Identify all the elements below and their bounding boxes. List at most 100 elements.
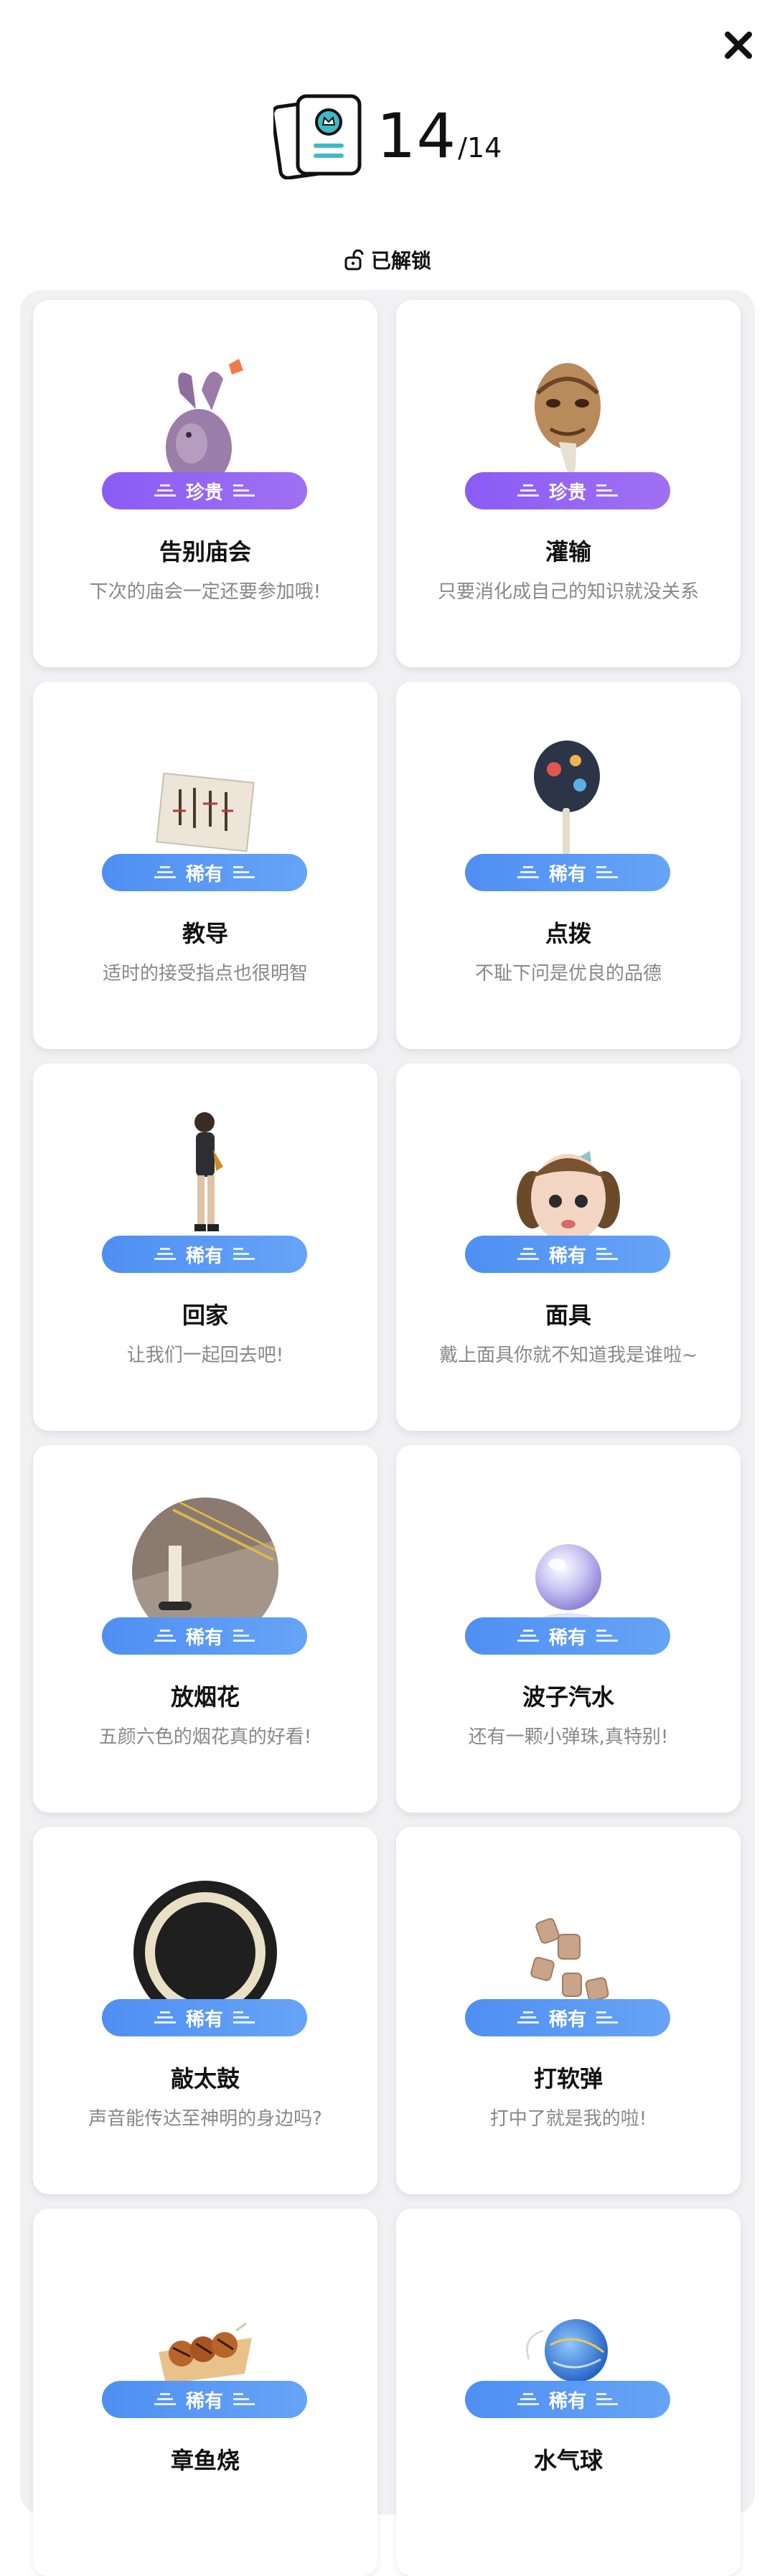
card-description: 让我们一起回去吧!	[126, 1345, 284, 1366]
rarity-label: 稀有	[185, 863, 223, 885]
rarity-badge: 稀有	[465, 1236, 670, 1273]
card-description: 还有一颗小弹珠,真特别!	[468, 1726, 669, 1748]
card-deck-icon	[273, 93, 364, 179]
card-title: 水气球	[533, 2447, 603, 2474]
glass-marble-icon	[535, 1544, 601, 1627]
close-button[interactable]	[722, 29, 755, 62]
stripes-right-icon	[233, 1246, 255, 1262]
card-item[interactable]: 稀有 打软弹 打中了就是我的啦!	[396, 1827, 741, 2194]
close-icon	[725, 32, 752, 59]
rarity-label: 稀有	[185, 1245, 223, 1267]
card-grid: 珍贵 告别庙会 下次的庙会一定还要参加哦! 珍贵 灌输 只要消化成自己的知识就没…	[33, 300, 742, 2576]
card-item[interactable]: 稀有 点拨 不耻下问是优良的品德	[396, 682, 741, 1049]
rarity-label: 稀有	[548, 1245, 586, 1267]
stripes-right-icon	[233, 2392, 255, 2407]
rarity-badge: 稀有	[465, 2381, 670, 2418]
stripes-right-icon	[596, 1628, 618, 1644]
card-title: 告别庙会	[159, 538, 251, 565]
stripes-left-icon	[154, 1628, 176, 1644]
card-description: 声音能传达至神明的身边吗?	[88, 2108, 322, 2130]
stripes-left-icon	[517, 865, 539, 880]
sparkler-candle-icon	[132, 1498, 278, 1632]
rarity-label: 稀有	[548, 2390, 586, 2412]
card-title: 波子汽水	[522, 1683, 614, 1711]
rarity-badge: 稀有	[465, 854, 670, 891]
card-title: 章鱼烧	[170, 2447, 240, 2474]
stripes-left-icon	[517, 2010, 539, 2026]
unlocked-filter[interactable]: 已解锁	[0, 243, 775, 277]
card-item[interactable]: 稀有 章鱼烧	[33, 2209, 377, 2576]
stripes-right-icon	[233, 865, 255, 880]
stripes-right-icon	[233, 483, 255, 499]
rarity-label: 稀有	[185, 2008, 223, 2031]
purple-rabbit-icon	[166, 359, 243, 486]
card-description: 打中了就是我的啦!	[489, 2108, 647, 2130]
card-item[interactable]: 稀有 面具 戴上面具你就不知道我是谁啦~	[396, 1063, 741, 1431]
stripes-left-icon	[154, 2010, 176, 2026]
rarity-label: 珍贵	[548, 481, 586, 504]
rarity-badge: 珍贵	[465, 472, 670, 509]
stripes-right-icon	[596, 1246, 618, 1262]
stripes-left-icon	[154, 865, 176, 880]
rarity-badge: 稀有	[102, 2381, 307, 2418]
doll-mask-icon	[517, 1151, 620, 1243]
total-count: /14	[458, 132, 502, 164]
card-title: 灌输	[545, 538, 591, 565]
stripes-right-icon	[596, 865, 618, 880]
cork-pellets-icon	[530, 1918, 609, 2001]
calligraphy-paper-icon	[156, 772, 255, 852]
old-man-mask-icon	[535, 363, 601, 482]
stripes-right-icon	[596, 2010, 618, 2026]
stripes-left-icon	[154, 1246, 176, 1262]
rarity-badge: 稀有	[102, 1617, 307, 1655]
unlocked-label: 已解锁	[370, 249, 431, 273]
rarity-badge: 稀有	[102, 1236, 307, 1273]
card-description: 不耻下问是优良的品德	[474, 963, 662, 984]
rarity-badge: 稀有	[102, 1999, 307, 2036]
rarity-label: 稀有	[548, 2008, 586, 2031]
stripes-right-icon	[596, 483, 618, 499]
card-item[interactable]: 珍贵 告别庙会 下次的庙会一定还要参加哦!	[33, 300, 377, 667]
card-item[interactable]: 稀有 放烟花 五颜六色的烟花真的好看!	[33, 1445, 377, 1813]
card-item[interactable]: 稀有 教导 适时的接受指点也很明智	[33, 682, 377, 1049]
card-title: 敲太鼓	[170, 2065, 240, 2092]
stripes-left-icon	[154, 2392, 176, 2407]
stripes-left-icon	[517, 1628, 539, 1644]
stripes-left-icon	[517, 1246, 539, 1262]
rarity-label: 稀有	[185, 1627, 223, 1649]
taiko-drum-icon	[133, 1881, 277, 2013]
card-title: 教导	[182, 920, 228, 947]
card-description: 下次的庙会一定还要参加哦!	[89, 581, 321, 603]
card-item[interactable]: 稀有 敲太鼓 声音能传达至神明的身边吗?	[33, 1827, 377, 2194]
rarity-label: 珍贵	[185, 481, 223, 504]
card-item[interactable]: 稀有 回家 让我们一起回去吧!	[33, 1063, 377, 1431]
rarity-badge: 珍贵	[102, 472, 307, 509]
stripes-right-icon	[233, 2010, 255, 2026]
stripes-right-icon	[596, 2392, 618, 2407]
stripes-left-icon	[154, 483, 176, 499]
card-title: 打软弹	[533, 2065, 603, 2092]
card-item[interactable]: 稀有 波子汽水 还有一颗小弹珠,真特别!	[396, 1445, 741, 1813]
stripes-left-icon	[517, 2392, 539, 2407]
card-title: 放烟花	[170, 1683, 240, 1711]
collection-header: 14 /14	[0, 93, 775, 179]
card-title: 面具	[545, 1302, 591, 1329]
rarity-badge: 稀有	[465, 1999, 670, 2036]
card-description: 戴上面具你就不知道我是谁啦~	[439, 1345, 698, 1366]
card-item[interactable]: 稀有 水气球	[396, 2209, 741, 2576]
card-description: 五颜六色的烟花真的好看!	[98, 1726, 312, 1748]
rarity-badge: 稀有	[102, 854, 307, 891]
unlock-icon	[344, 249, 364, 271]
rarity-label: 稀有	[548, 1627, 586, 1649]
rarity-badge: 稀有	[465, 1617, 670, 1655]
stripes-right-icon	[233, 1628, 255, 1644]
card-description: 只要消化成自己的知识就没关系	[437, 581, 699, 603]
collected-count: 14	[376, 100, 457, 172]
card-description: 适时的接受指点也很明智	[102, 963, 308, 984]
stripes-left-icon	[517, 483, 539, 499]
card-item[interactable]: 珍贵 灌输 只要消化成自己的知识就没关系	[396, 300, 741, 667]
walking-person-icon	[194, 1112, 223, 1231]
card-title: 回家	[182, 1302, 228, 1329]
rarity-label: 稀有	[548, 863, 586, 885]
uchiwa-fan-icon	[534, 741, 600, 865]
